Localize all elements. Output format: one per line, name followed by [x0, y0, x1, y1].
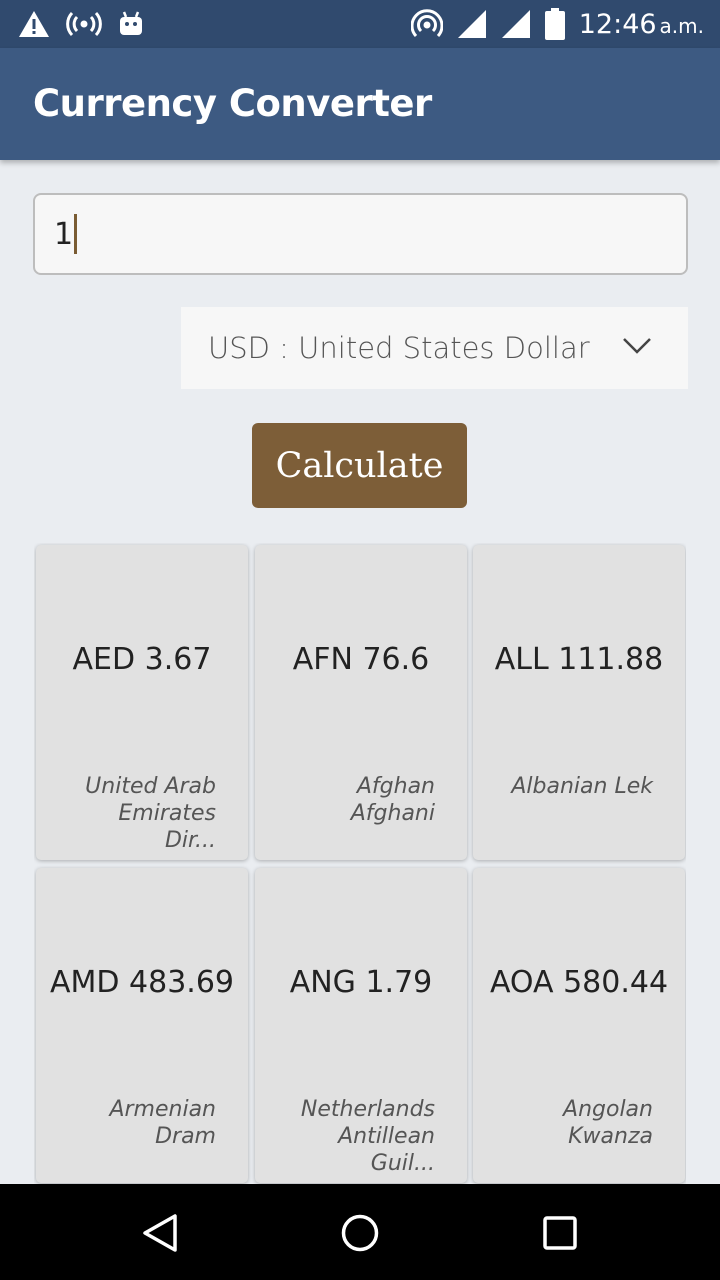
signal-icon: [457, 10, 486, 38]
currency-card-name: United Arab Emirates Dir...: [85, 774, 216, 853]
broadcast-icon: [66, 11, 102, 37]
results-grid: AED 3.67 United Arab Emirates Dir... AFN…: [34, 543, 686, 1184]
currency-select-label: USD : United States Dollar: [208, 331, 590, 365]
currency-card-name: Afghan Afghani: [350, 774, 435, 826]
status-bar: 12:46 a.m.: [0, 0, 720, 48]
currency-card-value: AFN 76.6: [292, 642, 430, 677]
amount-value: 1: [54, 216, 74, 252]
warning-icon: [19, 11, 49, 37]
back-icon[interactable]: [139, 1212, 181, 1254]
navigation-bar: [0, 1184, 720, 1280]
home-icon[interactable]: [339, 1212, 381, 1254]
currency-card[interactable]: ALL 111.88 Albanian Lek: [473, 545, 685, 860]
currency-card-value: AED 3.67: [72, 642, 212, 677]
currency-card-value: AOA 580.44: [489, 965, 669, 1000]
currency-card-name: Albanian Lek: [511, 774, 653, 799]
currency-card-name: Netherlands Antillean Guil...: [300, 1097, 435, 1176]
currency-card-name: Armenian Dram: [109, 1097, 216, 1149]
currency-card-value: ALL 111.88: [494, 642, 664, 677]
currency-card[interactable]: AMD 483.69 Armenian Dram: [36, 868, 248, 1183]
status-right-icons: 12:46 a.m.: [410, 6, 704, 42]
text-caret: [74, 214, 78, 254]
currency-select[interactable]: USD : United States Dollar: [181, 307, 688, 389]
amount-input[interactable]: 1: [33, 193, 688, 275]
calculate-button[interactable]: Calculate: [252, 423, 467, 508]
android-icon: [120, 11, 142, 35]
recents-icon[interactable]: [539, 1212, 581, 1254]
battery-icon: [544, 8, 565, 40]
clock-ampm: a.m.: [659, 13, 704, 38]
currency-card[interactable]: AFN 76.6 Afghan Afghani: [255, 545, 467, 860]
hotspot-icon: [410, 9, 443, 38]
currency-card[interactable]: AED 3.67 United Arab Emirates Dir...: [36, 545, 248, 860]
clock-time: 12:46: [578, 8, 657, 40]
currency-card[interactable]: ANG 1.79 Netherlands Antillean Guil...: [255, 868, 467, 1183]
clock: 12:46 a.m.: [579, 9, 704, 40]
app-bar: Currency Converter: [0, 48, 720, 160]
app-title: Currency Converter: [33, 82, 432, 125]
currency-card-value: ANG 1.79: [289, 965, 433, 1000]
signal-icon: [501, 10, 530, 38]
currency-card-name: Angolan Kwanza: [563, 1097, 653, 1149]
currency-card-value: AMD 483.69: [49, 965, 234, 1000]
currency-card[interactable]: AOA 580.44 Angolan Kwanza: [473, 868, 685, 1183]
status-left-icons: [18, 6, 144, 42]
chevron-down-icon: [623, 338, 651, 354]
